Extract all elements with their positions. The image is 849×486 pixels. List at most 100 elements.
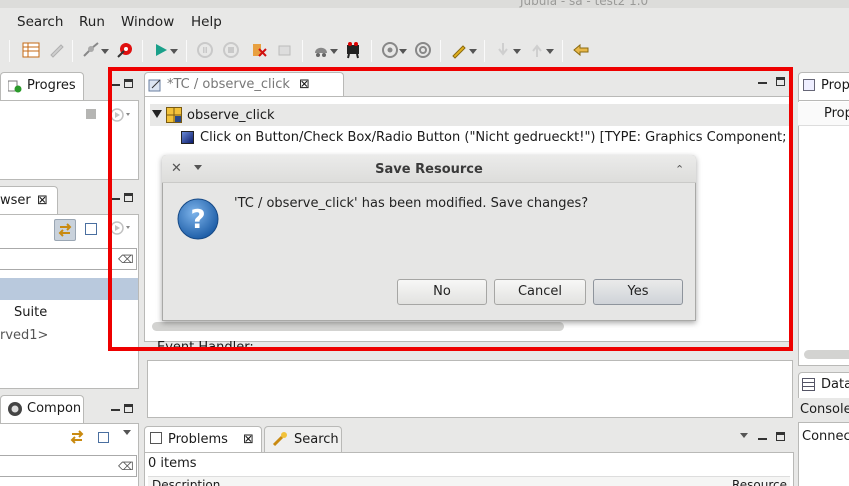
selected-row[interactable]: [0, 278, 138, 300]
tree-root-label: observe_click: [187, 108, 275, 123]
prev-annotation-icon[interactable]: [528, 41, 546, 59]
problems-table-header: [148, 476, 790, 486]
menu-run[interactable]: Run: [79, 14, 105, 30]
event-handler-label: Event Handler:: [157, 340, 254, 355]
disabled-tool-icon[interactable]: [276, 41, 294, 59]
properties-hscrollbar[interactable]: [804, 350, 849, 359]
problems-count: 0 items: [148, 456, 197, 471]
collapse-all-icon[interactable]: [98, 432, 109, 443]
chevron-down-icon[interactable]: [399, 49, 407, 54]
sync-icon[interactable]: [70, 430, 84, 448]
maximize-icon[interactable]: [776, 77, 785, 86]
view-menu-icon[interactable]: [123, 430, 131, 435]
toolbar-separator: [9, 40, 10, 62]
disconnect-icon[interactable]: [116, 41, 134, 59]
toolbar-separator: [302, 40, 303, 62]
data-table-icon: [802, 378, 815, 391]
connect-icon[interactable]: [82, 41, 100, 59]
no-button[interactable]: No: [397, 279, 487, 305]
disabled-tool-icon[interactable]: [48, 41, 66, 59]
close-icon[interactable]: ⊠: [243, 432, 254, 447]
problems-icon: [150, 432, 162, 444]
minimize-icon[interactable]: [111, 409, 120, 411]
minimize-icon[interactable]: [111, 84, 120, 86]
back-icon[interactable]: [572, 41, 590, 59]
teststep-icon: [181, 131, 194, 144]
component-filter-input[interactable]: [0, 455, 137, 477]
toolbar-separator: [142, 40, 143, 62]
menu-window[interactable]: Window: [121, 14, 174, 30]
chevron-down-icon[interactable]: [170, 49, 178, 54]
maximize-icon[interactable]: [124, 79, 133, 88]
properties-body: [798, 100, 849, 366]
testcase-icon: [166, 107, 182, 127]
problems-column-description[interactable]: Description: [152, 478, 220, 486]
window-title: Jubula - sa - test2 1.0: [520, 0, 649, 8]
toolbar-separator: [562, 40, 563, 62]
toolbar-separator: [371, 40, 372, 62]
yes-button[interactable]: Yes: [593, 279, 683, 305]
tab-data-label: Data: [821, 377, 849, 392]
run-dropdown-icon[interactable]: [110, 108, 134, 126]
object-mapping-icon[interactable]: [312, 41, 330, 59]
run-icon[interactable]: [152, 41, 170, 59]
view-menu-icon[interactable]: [740, 433, 748, 438]
close-icon[interactable]: ⊠: [37, 193, 48, 208]
collapse-all-icon[interactable]: [85, 223, 97, 235]
minimize-icon[interactable]: [758, 438, 767, 440]
minimize-icon[interactable]: [758, 82, 767, 84]
chevron-down-icon[interactable]: [101, 49, 109, 54]
properties-column: Prop: [824, 106, 849, 121]
clear-filter-icon[interactable]: ⌫: [118, 253, 134, 266]
dialog-maximize-icon[interactable]: ⌃: [675, 163, 684, 176]
run-dropdown-icon[interactable]: [110, 221, 134, 239]
menu-help[interactable]: Help: [191, 14, 222, 30]
target-icon[interactable]: [414, 41, 432, 59]
next-annotation-icon[interactable]: [494, 41, 512, 59]
maximize-icon[interactable]: [124, 193, 133, 202]
close-icon[interactable]: ⊠: [299, 77, 310, 92]
maximize-icon[interactable]: [776, 432, 785, 441]
toolbar-separator: [72, 40, 73, 62]
toolbar-separator: [484, 40, 485, 62]
dialog-title: Save Resource: [375, 162, 483, 177]
table-icon[interactable]: [22, 41, 40, 59]
maximize-icon[interactable]: [124, 404, 133, 413]
event-handler-panel: [147, 360, 793, 418]
dialog-message: 'TC / observe_click' has been modified. …: [234, 196, 589, 211]
stop-icon[interactable]: [222, 41, 240, 59]
editor-hscrollbar[interactable]: [152, 322, 564, 331]
svg-text:?: ?: [190, 205, 205, 235]
progress-icon: [7, 79, 22, 97]
cancel-button[interactable]: Cancel: [494, 279, 586, 305]
problems-column-resource[interactable]: Resource: [732, 478, 787, 486]
search-icon: [272, 431, 288, 451]
browser-item-suite[interactable]: Suite: [14, 305, 47, 320]
clear-results-icon[interactable]: [250, 41, 268, 59]
question-icon: ?: [176, 197, 220, 245]
tab-properties-label: Prop: [821, 78, 849, 93]
tab-problems-label: Problems: [168, 432, 228, 447]
edit-icon[interactable]: [450, 41, 468, 59]
toolbar-separator: [440, 40, 441, 62]
clear-filter-icon[interactable]: ⌫: [118, 460, 134, 473]
browser-item-observed[interactable]: rved1>: [0, 328, 48, 343]
tree-child-label[interactable]: Click on Button/Check Box/Radio Button (…: [200, 130, 787, 145]
tab-search-label: Search: [294, 432, 339, 447]
minimize-icon[interactable]: [111, 198, 120, 200]
observe-icon[interactable]: [344, 41, 362, 59]
chevron-down-icon[interactable]: [469, 49, 477, 54]
tab-progress-label: Progres: [27, 78, 76, 93]
pause-icon[interactable]: [196, 41, 214, 59]
stop-icon[interactable]: [86, 109, 96, 119]
tab-browser-label: wser: [0, 193, 31, 208]
menu-search[interactable]: Search: [17, 14, 63, 30]
tab-console-label[interactable]: Console: [800, 402, 849, 417]
chevron-down-icon[interactable]: [513, 49, 521, 54]
browser-filter-input[interactable]: [0, 248, 137, 270]
expand-arrow-icon[interactable]: [152, 110, 162, 118]
check-mode-icon[interactable]: [381, 41, 399, 59]
console-text: Connec: [802, 429, 849, 444]
chevron-down-icon[interactable]: [330, 49, 338, 54]
chevron-down-icon[interactable]: [546, 49, 554, 54]
